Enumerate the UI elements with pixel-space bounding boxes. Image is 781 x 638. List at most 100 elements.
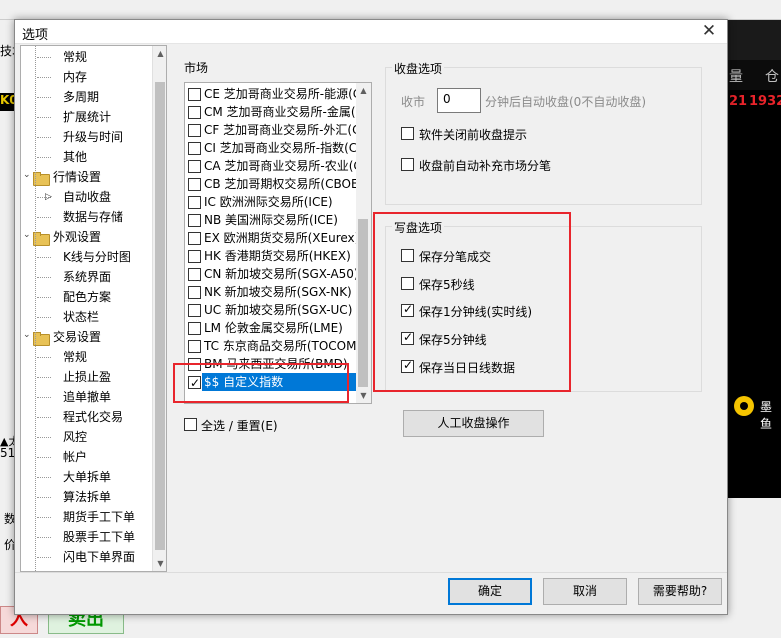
help-button[interactable]: 需要帮助? bbox=[638, 578, 722, 605]
checkbox-icon[interactable] bbox=[401, 158, 414, 171]
tree-item[interactable]: 股票手工下单 bbox=[21, 528, 137, 546]
tree-item[interactable]: 常规 bbox=[21, 48, 89, 66]
tree-item[interactable]: 内存 bbox=[21, 68, 89, 86]
ok-button[interactable]: 确定 bbox=[448, 578, 532, 605]
manual-close-button[interactable]: 人工收盘操作 bbox=[403, 410, 544, 437]
checkbox-icon[interactable] bbox=[188, 268, 201, 281]
checkbox-icon[interactable] bbox=[188, 232, 201, 245]
collapse-icon[interactable]: ⌄ bbox=[23, 171, 32, 180]
tree-item-label: 帐户 bbox=[63, 450, 88, 464]
checkbox-icon[interactable] bbox=[188, 304, 201, 317]
tree-connector bbox=[37, 97, 51, 98]
tree-item[interactable]: 期货手工下单 bbox=[21, 508, 137, 526]
market-list-item[interactable]: IC 欧洲洲际交易所(ICE) bbox=[186, 193, 356, 211]
market-item-label: CB 芝加哥期权交易所(CBOE bbox=[204, 177, 356, 191]
market-item-label: CM 芝加哥商业交易所-金属( bbox=[204, 105, 356, 119]
tree-item[interactable]: 多周期 bbox=[21, 88, 101, 106]
scroll-up-icon[interactable]: ▲ bbox=[356, 83, 371, 98]
market-list-item[interactable]: UC 新加坡交易所(SGX-UC) bbox=[186, 301, 356, 319]
checkbox-icon[interactable] bbox=[188, 286, 201, 299]
tree-connector bbox=[37, 377, 51, 378]
market-list-item[interactable]: CN 新加坡交易所(SGX-A50) bbox=[186, 265, 356, 283]
tree-connector bbox=[37, 457, 51, 458]
tree-folder[interactable]: ⌄ 外观设置 bbox=[21, 228, 103, 246]
tree-item[interactable]: 升级与时间 bbox=[21, 128, 125, 146]
checkbox-icon[interactable] bbox=[188, 340, 201, 353]
tree-item[interactable]: 闪电下单界面 bbox=[21, 548, 137, 566]
market-list-item[interactable]: CB 芝加哥期权交易所(CBOE bbox=[186, 175, 356, 193]
tree-item[interactable]: 帐户 bbox=[21, 448, 89, 466]
collapse-icon[interactable]: ⌄ bbox=[23, 231, 32, 240]
checkbox-icon[interactable] bbox=[188, 160, 201, 173]
mascot-icon[interactable] bbox=[734, 396, 754, 416]
close-icon[interactable]: ✕ bbox=[697, 20, 721, 44]
market-item-label: NB 美国洲际交易所(ICE) bbox=[204, 213, 338, 227]
checkbox-icon[interactable] bbox=[188, 106, 201, 119]
checkbox-icon[interactable] bbox=[188, 178, 201, 191]
checkbox-icon[interactable] bbox=[184, 418, 197, 431]
tree-item[interactable]: 程式化交易 bbox=[21, 408, 125, 426]
tree-connector bbox=[37, 477, 51, 478]
tree-item[interactable]: 常规 bbox=[21, 348, 89, 366]
market-list-item[interactable]: HK 香港期货交易所(HKEX) bbox=[186, 247, 356, 265]
market-item-label: CA 芝加哥商业交易所-农业(C bbox=[204, 159, 356, 173]
tree-item[interactable]: K线与分时图 bbox=[21, 248, 133, 266]
checkbox-icon[interactable] bbox=[188, 214, 201, 227]
market-list-scrollbar[interactable]: ▲ ▼ bbox=[356, 83, 371, 403]
cancel-button[interactable]: 取消 bbox=[543, 578, 627, 605]
tree-item-label: 行情设置 bbox=[53, 170, 102, 184]
checkbox-icon[interactable] bbox=[401, 127, 414, 140]
scroll-down-icon[interactable]: ▼ bbox=[153, 556, 166, 571]
tree-item-label: 程式化交易 bbox=[63, 410, 124, 424]
settings-tree[interactable]: ▲ ▼ 常规 内存 多周期 扩展统计 升级与时间 其他 ⌄ 行情设置 ▷ 自动收盘 数据与存储 ⌄ 外观… bbox=[20, 45, 167, 572]
market-list-item[interactable]: NK 新加坡交易所(SGX-NK) bbox=[186, 283, 356, 301]
tree-connector bbox=[37, 77, 51, 78]
market-item-label: LM 伦敦金属交易所(LME) bbox=[204, 321, 343, 335]
market-list-item[interactable]: CE 芝加哥商业交易所-能源(C bbox=[186, 85, 356, 103]
tree-item-label: 止损止盈 bbox=[63, 370, 112, 384]
tree-item-label: 常规 bbox=[63, 350, 88, 364]
tree-folder[interactable]: ⌄ 交易设置 bbox=[21, 328, 103, 346]
scroll-up-icon[interactable]: ▲ bbox=[153, 46, 166, 61]
market-list-item[interactable]: EX 欧洲期货交易所(XEurex) bbox=[186, 229, 356, 247]
scroll-thumb[interactable] bbox=[358, 219, 368, 387]
tree-connector bbox=[37, 557, 51, 558]
market-list-item[interactable]: NB 美国洲际交易所(ICE) bbox=[186, 211, 356, 229]
tree-item-label: K线与分时图 bbox=[63, 250, 131, 264]
checkbox-icon[interactable] bbox=[188, 196, 201, 209]
market-list-item[interactable]: LM 伦敦金属交易所(LME) bbox=[186, 319, 356, 337]
annotation-box-custom-index bbox=[173, 363, 349, 403]
tree-item-label: 大单拆单 bbox=[63, 470, 112, 484]
tree-item-label: 常规 bbox=[63, 50, 88, 64]
collapse-icon[interactable]: ⌄ bbox=[23, 331, 32, 340]
tree-item[interactable]: 数据与存储 bbox=[21, 208, 125, 226]
tree-item[interactable]: 状态栏 bbox=[21, 308, 101, 326]
scroll-down-icon[interactable]: ▼ bbox=[356, 388, 371, 403]
market-list[interactable]: ▲ ▼ CE 芝加哥商业交易所-能源(C CM 芝加哥商业交易所-金属( CF 芝加… bbox=[184, 82, 372, 404]
market-list-item[interactable]: CM 芝加哥商业交易所-金属( bbox=[186, 103, 356, 121]
tree-connector bbox=[37, 437, 51, 438]
dialog-titlebar: 选项 ✕ bbox=[15, 20, 727, 44]
tree-item-label: 外观设置 bbox=[53, 230, 102, 244]
market-list-item[interactable]: CF 芝加哥商业交易所-外汇(C bbox=[186, 121, 356, 139]
checkbox-icon[interactable] bbox=[188, 142, 201, 155]
market-list-item[interactable]: TC 东京商品交易所(TOCOM bbox=[186, 337, 356, 355]
market-list-item[interactable]: CI 芝加哥商业交易所-指数(C bbox=[186, 139, 356, 157]
tree-item-label: 追单撤单 bbox=[63, 390, 112, 404]
tree-connector bbox=[37, 357, 51, 358]
tree-item-label: 风控 bbox=[63, 430, 88, 444]
checkbox-icon[interactable] bbox=[188, 124, 201, 137]
scroll-thumb[interactable] bbox=[155, 82, 165, 550]
market-list-item[interactable]: CA 芝加哥商业交易所-农业(C bbox=[186, 157, 356, 175]
tree-connector bbox=[37, 117, 51, 118]
checkbox-icon[interactable] bbox=[188, 322, 201, 335]
tree-item[interactable]: 其他 bbox=[21, 148, 89, 166]
close-minutes-input[interactable]: 0 bbox=[437, 88, 481, 113]
tree-folder[interactable]: ⌄ 行情设置 bbox=[21, 168, 103, 186]
tree-scrollbar[interactable]: ▲ ▼ bbox=[152, 46, 166, 571]
tree-item-label: 交易设置 bbox=[53, 330, 102, 344]
checkbox-icon[interactable] bbox=[188, 250, 201, 263]
checkbox-icon[interactable] bbox=[188, 88, 201, 101]
tree-connector bbox=[37, 217, 51, 218]
tree-item[interactable]: 风控 bbox=[21, 428, 89, 446]
